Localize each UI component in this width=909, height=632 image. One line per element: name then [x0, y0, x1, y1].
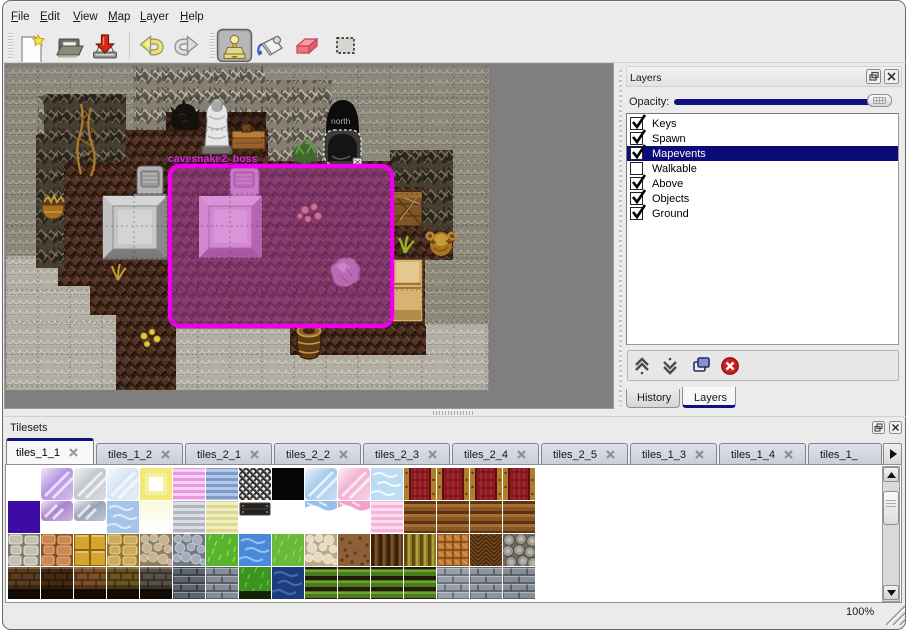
svg-text:cavesnake2_boss: cavesnake2_boss: [168, 153, 257, 165]
svg-text:north: north: [331, 116, 351, 126]
